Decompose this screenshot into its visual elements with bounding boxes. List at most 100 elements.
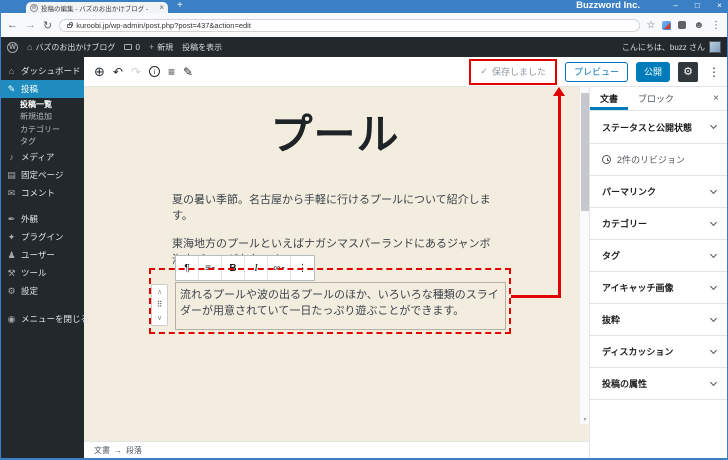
publish-button[interactable]: 公開	[635, 61, 670, 82]
avatar	[709, 41, 721, 53]
address-bar[interactable]: kuroobi.jp/wp-admin/post.php?post=437&ac…	[59, 18, 640, 32]
panel-tags[interactable]: タグ	[590, 240, 728, 272]
panel-discussion[interactable]: ディスカッション	[590, 336, 728, 368]
tab-block[interactable]: ブロック	[628, 87, 684, 110]
settings-sidebar: 文書 ブロック × ステータスと公開状態 2件のリビジョン パーマリンク カテゴ…	[589, 87, 728, 458]
comment-bubble-icon	[124, 44, 133, 50]
view-post-link[interactable]: 投稿を表示	[182, 42, 222, 53]
editor-canvas[interactable]: プール 夏の暑い季節。名古屋から手軽に行けるプールについて紹介します。 東海地方…	[84, 87, 589, 441]
sidebar-item-dashboard[interactable]: ⌂ ダッシュボード	[0, 62, 84, 80]
sidebar-tabs: 文書 ブロック ×	[590, 87, 728, 111]
sidebar-item-pages[interactable]: ▤ 固定ページ	[0, 166, 84, 184]
forward-icon[interactable]: →	[25, 19, 36, 31]
scrollbar-thumb[interactable]	[581, 93, 589, 211]
chevron-down-icon	[709, 378, 718, 386]
admin-bar-comments[interactable]: 0	[124, 43, 140, 52]
chevron-down-icon	[709, 282, 718, 290]
pin-icon: ✎	[7, 83, 16, 94]
new-tab-button[interactable]: +	[177, 0, 183, 11]
italic-button[interactable]: I	[245, 256, 268, 280]
drag-handle-icon[interactable]: ⠿	[152, 298, 167, 311]
sidebar-close-icon[interactable]: ×	[704, 87, 728, 110]
minimize-button[interactable]: –	[673, 0, 678, 10]
link-button[interactable]: ∞ ▾	[268, 256, 291, 280]
bold-button[interactable]: B	[222, 256, 245, 280]
admin-bar-site-link[interactable]: ⌂ バズのお出かけブログ	[27, 42, 115, 53]
sidebar-item-media[interactable]: ♪ メディア	[0, 148, 84, 166]
sidebar-item-comments[interactable]: ✉ コメント	[0, 184, 84, 202]
close-button[interactable]: ×	[717, 0, 722, 10]
browser-menu-icon[interactable]: ⋮	[711, 20, 721, 31]
collapse-menu-button[interactable]: ◉ メニューを閉じる	[0, 310, 89, 328]
submenu-categories[interactable]: カテゴリー	[0, 123, 84, 136]
plugins-icon: ✦	[7, 231, 16, 242]
panel-status-visibility[interactable]: ステータスと公開状態	[590, 111, 728, 144]
submenu-all-posts[interactable]: 投稿一覧	[0, 98, 84, 111]
panel-excerpt[interactable]: 抜粋	[590, 304, 728, 336]
panel-permalink[interactable]: パーマリンク	[590, 176, 728, 208]
admin-bar-new[interactable]: + 新規	[149, 42, 173, 53]
window-title: Buzzword Inc.	[576, 0, 640, 11]
block-more-icon[interactable]: ⋮	[291, 256, 314, 280]
panel-categories[interactable]: カテゴリー	[590, 208, 728, 240]
users-icon: ♟	[7, 249, 16, 260]
profile-icon[interactable]: ☻	[693, 20, 704, 31]
chevron-down-icon	[709, 250, 718, 258]
sidebar-item-plugins[interactable]: ✦ プラグイン	[0, 228, 84, 246]
panel-featured-image[interactable]: アイキャッチ画像	[590, 272, 728, 304]
browser-tab[interactable]: W 投稿の編集 - バズのお出かけブログ - ×	[26, 2, 168, 13]
panel-post-attributes[interactable]: 投稿の属性	[590, 368, 728, 400]
greeting-text[interactable]: こんにちは、buzz さん	[622, 42, 705, 53]
gear-icon: ⚙	[683, 66, 693, 78]
sidebar-item-posts[interactable]: ✎ 投稿	[0, 80, 84, 98]
tab-close-icon[interactable]: ×	[159, 3, 164, 12]
list-view-icon[interactable]: ≡	[168, 65, 175, 79]
info-icon[interactable]: i	[149, 66, 161, 77]
canvas-scrollbar[interactable]: ▾	[579, 87, 589, 424]
preview-button[interactable]: プレビュー	[564, 61, 628, 82]
maximize-button[interactable]: □	[695, 0, 700, 10]
sidebar-item-tools[interactable]: ⚒ ツール	[0, 264, 84, 282]
dashboard-icon: ⌂	[8, 66, 15, 76]
new-label: 新規	[157, 42, 174, 52]
more-options-icon[interactable]: ⋮	[706, 65, 722, 79]
back-icon[interactable]: ←	[7, 19, 18, 31]
align-icon[interactable]: ≡ ▾	[199, 256, 222, 280]
chevron-down-icon	[709, 346, 718, 354]
paragraph-type-icon[interactable]: ¶	[176, 256, 199, 280]
move-up-icon[interactable]: ∧	[152, 285, 167, 298]
selected-paragraph-block[interactable]: 流れるプールや波の出るプールのほか、いろいろな種類のスライダーが用意されていて一…	[175, 282, 506, 330]
site-name: バズのお出かけブログ	[35, 42, 116, 52]
tools-icon: ⚒	[7, 267, 16, 278]
sidebar-item-settings[interactable]: ⚙ 設定	[0, 282, 84, 300]
reload-icon[interactable]: ↻	[43, 19, 52, 32]
chevron-down-icon	[709, 186, 718, 194]
post-title[interactable]: プール	[172, 101, 498, 162]
block-mover: ∧ ⠿ ∨	[151, 284, 168, 326]
paragraph-block-1[interactable]: 夏の暑い季節。名古屋から手軽に行けるプールについて紹介します。	[172, 193, 498, 224]
sidebar-item-appearance[interactable]: ✒ 外観	[0, 210, 84, 228]
panel-revisions[interactable]: 2件のリビジョン	[590, 144, 728, 176]
breadcrumb-paragraph[interactable]: 段落	[126, 445, 142, 456]
tab-title: 投稿の編集 - バズのお出かけブログ -	[41, 5, 149, 13]
wordpress-logo-icon[interactable]: W	[7, 41, 18, 53]
bookmark-star-icon[interactable]: ☆	[647, 20, 656, 31]
capture-extension-icon[interactable]	[662, 20, 672, 30]
edit-mode-icon[interactable]: ✎	[183, 65, 193, 79]
undo-icon[interactable]: ↶	[113, 65, 123, 79]
extension-icon[interactable]	[678, 21, 687, 29]
padlock-icon	[67, 22, 74, 28]
add-block-icon[interactable]: ⊕	[94, 64, 105, 80]
scrollbar-down-icon[interactable]: ▾	[580, 416, 589, 423]
wp-admin-menu: ⌂ ダッシュボード ✎ 投稿 投稿一覧 新規追加 カテゴリー タグ ♪ メディア…	[0, 57, 89, 458]
tab-document[interactable]: 文書	[590, 87, 628, 110]
move-down-icon[interactable]: ∨	[152, 312, 167, 325]
redo-icon[interactable]: ↷	[131, 65, 141, 79]
breadcrumb-document[interactable]: 文書	[94, 445, 110, 456]
sidebar-item-users[interactable]: ♟ ユーザー	[0, 246, 84, 264]
submenu-tags[interactable]: タグ	[0, 136, 84, 149]
submenu-add-new[interactable]: 新規追加	[0, 111, 84, 124]
settings-gear-button[interactable]: ⚙	[678, 61, 698, 82]
titlebar: W 投稿の編集 - バズのお出かけブログ - × + Buzzword Inc.…	[0, 0, 728, 13]
editor-header: ⊕ ↶ ↷ i ≡ ✎ ✓ 保存しました プレビュー 公開 ⚙ ⋮	[84, 57, 728, 87]
